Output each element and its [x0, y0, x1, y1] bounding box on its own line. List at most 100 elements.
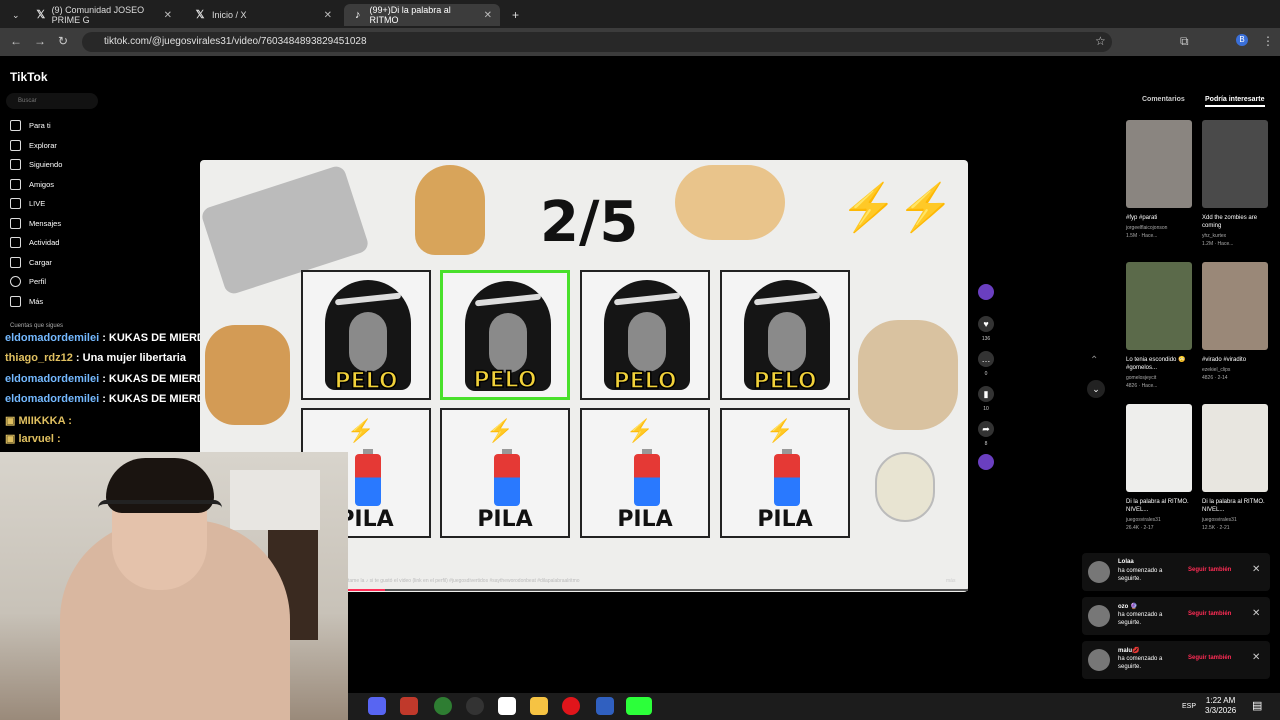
video-meta: 26.4K · 2-17 [1126, 525, 1154, 531]
address-bar[interactable]: tiktok.com/@juegosvirales31/video/760348… [82, 32, 1112, 52]
close-icon[interactable]: ✕ [1252, 564, 1260, 575]
close-icon[interactable]: ✕ [1252, 608, 1260, 619]
video-caption[interactable]: Lo tenia escondido 😳 #gomelos... [1126, 356, 1192, 372]
lightbulb-image [875, 452, 935, 522]
chevron-down-icon[interactable]: ⌄ [1087, 380, 1105, 398]
video-thumbnail[interactable] [1202, 120, 1268, 208]
menu-icon[interactable]: ⋮ [1262, 34, 1274, 48]
sidebar-item-mas[interactable]: Más [10, 296, 43, 307]
sidebar-item-perfil[interactable]: Perfil [10, 276, 46, 287]
tiktok-logo[interactable]: TikTok [10, 70, 48, 84]
video-meta: 1.5M · Hace... [1126, 233, 1158, 239]
video-thumbnail[interactable] [1126, 120, 1192, 208]
video-author[interactable]: juegosvirales31 [1202, 517, 1268, 523]
new-tab-button[interactable]: + [504, 4, 522, 26]
chat-text: : [57, 433, 61, 445]
search-input[interactable]: Buscar [6, 93, 98, 109]
notification-text: ha comenzado a seguirte. [1118, 656, 1163, 670]
tab-comentarios[interactable]: Comentarios [1142, 96, 1185, 103]
extensions-icon[interactable]: ⧉ [1180, 34, 1189, 49]
progress-track[interactable] [348, 589, 968, 591]
music-disc-icon[interactable] [978, 454, 994, 470]
video-author[interactable]: juegosvirales31 [1126, 517, 1192, 523]
tab-search-button[interactable]: ⌄ [4, 4, 24, 26]
video-thumbnail[interactable] [1126, 404, 1192, 492]
more-link[interactable]: más [946, 578, 955, 584]
close-icon[interactable]: ✕ [1252, 652, 1260, 663]
video-thumbnail[interactable] [1126, 262, 1192, 350]
reload-icon[interactable]: ↻ [58, 34, 68, 48]
avatar[interactable] [1088, 605, 1110, 627]
message-icon [10, 218, 21, 229]
sidebar-item-label: LIVE [29, 199, 46, 208]
close-icon[interactable]: ✕ [164, 10, 172, 21]
follow-back-button[interactable]: Seguir también [1188, 567, 1231, 573]
video-caption[interactable]: Di la palabra al RITMO. NIVEL... [1126, 498, 1192, 514]
sidebar-item-para-ti[interactable]: Para ti [10, 120, 51, 131]
sidebar-item-label: Explorar [29, 141, 57, 150]
chevron-up-icon[interactable]: ⌃ [1090, 355, 1098, 366]
sidebar-item-amigos[interactable]: Amigos [10, 179, 54, 190]
avatar[interactable] [1088, 649, 1110, 671]
creator-avatar[interactable] [978, 284, 994, 300]
video-author[interactable]: yhz_kurtex [1202, 233, 1268, 239]
discord-icon[interactable] [368, 697, 386, 715]
tab-podria-interesarte[interactable]: Podría interesarte [1205, 96, 1265, 107]
card-label: PILA [757, 507, 813, 532]
tab-2[interactable]: 𝕏 Inicio / X ✕ [186, 4, 340, 26]
video-author[interactable]: gomelosjeycit [1126, 375, 1192, 381]
heart-icon[interactable]: ♥ [978, 316, 994, 332]
video-author[interactable]: ezekiel_clips [1202, 367, 1268, 373]
bookmark-star-icon[interactable]: ☆ [1095, 34, 1106, 48]
video-thumbnail[interactable] [1202, 404, 1268, 492]
close-icon[interactable]: ✕ [484, 10, 492, 21]
avatar [10, 276, 21, 287]
profile-avatar[interactable]: B [1236, 34, 1248, 46]
kick-icon[interactable] [626, 697, 652, 715]
tab-strip: ⌄ 𝕏 (9) Comunidad JOSEO PRIME G ✕ 𝕏 Inic… [0, 0, 1280, 28]
sidebar-item-cargar[interactable]: Cargar [10, 257, 52, 268]
folder-icon[interactable] [530, 697, 548, 715]
bookmark-icon[interactable]: ▮ [978, 386, 994, 402]
notification-text: ha comenzado a seguirte. [1118, 568, 1163, 582]
obs-icon[interactable] [466, 697, 484, 715]
video-caption[interactable]: Xdd the zombies are coming [1202, 214, 1268, 230]
back-icon[interactable]: ← [10, 34, 22, 48]
sidebar-item-label: Más [29, 297, 44, 306]
app-icon[interactable] [596, 697, 614, 715]
video-author[interactable]: jorgeelflaicojonson [1126, 225, 1192, 231]
sidebar-item-mensajes[interactable]: Mensajes [10, 218, 61, 229]
sidebar-item-siguiendo[interactable]: Siguiendo [10, 159, 62, 170]
forward-icon[interactable]: → [34, 34, 46, 48]
language-indicator[interactable]: ESP [1182, 703, 1196, 710]
chrome-icon[interactable] [434, 697, 452, 715]
avatar[interactable] [1088, 561, 1110, 583]
video-caption[interactable]: #virado #viradito [1202, 356, 1268, 364]
save-count: 10 [983, 406, 989, 412]
follow-back-button[interactable]: Seguir también [1188, 655, 1231, 661]
sidebar-item-actividad[interactable]: Actividad [10, 237, 59, 248]
comment-icon[interactable]: … [978, 351, 994, 367]
word-card-pelo: PELO [580, 270, 710, 400]
follow-back-button[interactable]: Seguir también [1188, 611, 1231, 617]
close-icon[interactable]: ✕ [324, 10, 332, 21]
app-icon[interactable] [498, 697, 516, 715]
sidebar-item-explorar[interactable]: Explorar [10, 140, 57, 151]
user-follow-icon [10, 159, 21, 170]
follow-notification: Lolaa ha comenzado a seguirte. Seguir ta… [1082, 553, 1270, 591]
video-caption[interactable]: Di la palabra al RITMO. NIVEL... [1202, 498, 1268, 514]
x-icon: 𝕏 [195, 9, 205, 21]
tab-1[interactable]: 𝕏 (9) Comunidad JOSEO PRIME G ✕ [28, 4, 180, 26]
lightning-icon: ⚡ [766, 418, 794, 443]
video-thumbnail[interactable] [1202, 262, 1268, 350]
video-caption[interactable]: #fyp #parati [1126, 214, 1192, 222]
tab-3[interactable]: ♪ (99+)Di la palabra al RITMO ✕ [344, 4, 500, 26]
badge-icon: ▣ [5, 433, 16, 445]
share-icon[interactable]: ➦ [978, 421, 994, 437]
follow-notification: ozo 🔮 ha comenzado a seguirte. Seguir ta… [1082, 597, 1270, 635]
opera-icon[interactable] [562, 697, 580, 715]
sidebar-item-live[interactable]: LIVE [10, 198, 45, 209]
notification-center-icon[interactable]: ▤ [1252, 699, 1262, 712]
voicemeeter-icon[interactable] [400, 697, 418, 715]
system-clock[interactable]: 1:22 AM 3/3/2026 [1205, 696, 1236, 716]
